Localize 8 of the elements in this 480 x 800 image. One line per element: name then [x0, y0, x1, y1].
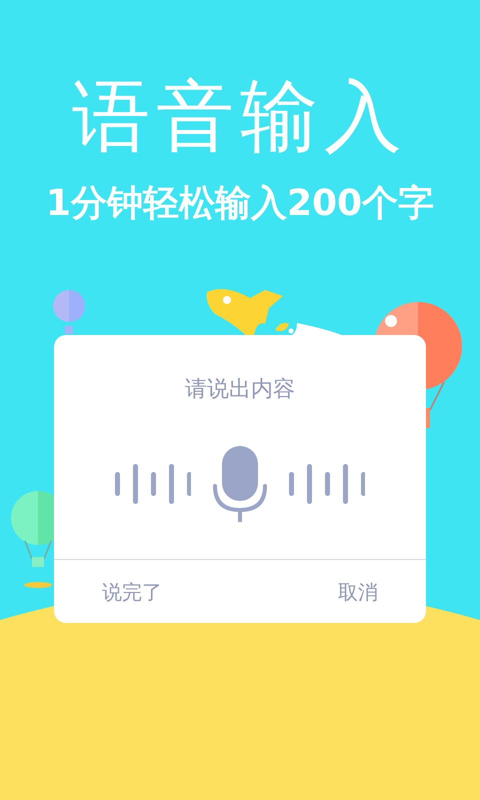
sound-wave-icon — [115, 464, 191, 504]
dialog-button[interactable]: 说完了 — [102, 576, 162, 606]
sound-wave-icon — [289, 464, 365, 504]
headline: 语音输入 — [72, 78, 408, 156]
subtitle: 1分钟轻松输入200个字 — [46, 186, 434, 222]
dialog-button[interactable]: 取消 — [338, 576, 378, 606]
microphone-icon — [213, 446, 267, 522]
prompt-text: 请说出内容 — [184, 376, 296, 404]
